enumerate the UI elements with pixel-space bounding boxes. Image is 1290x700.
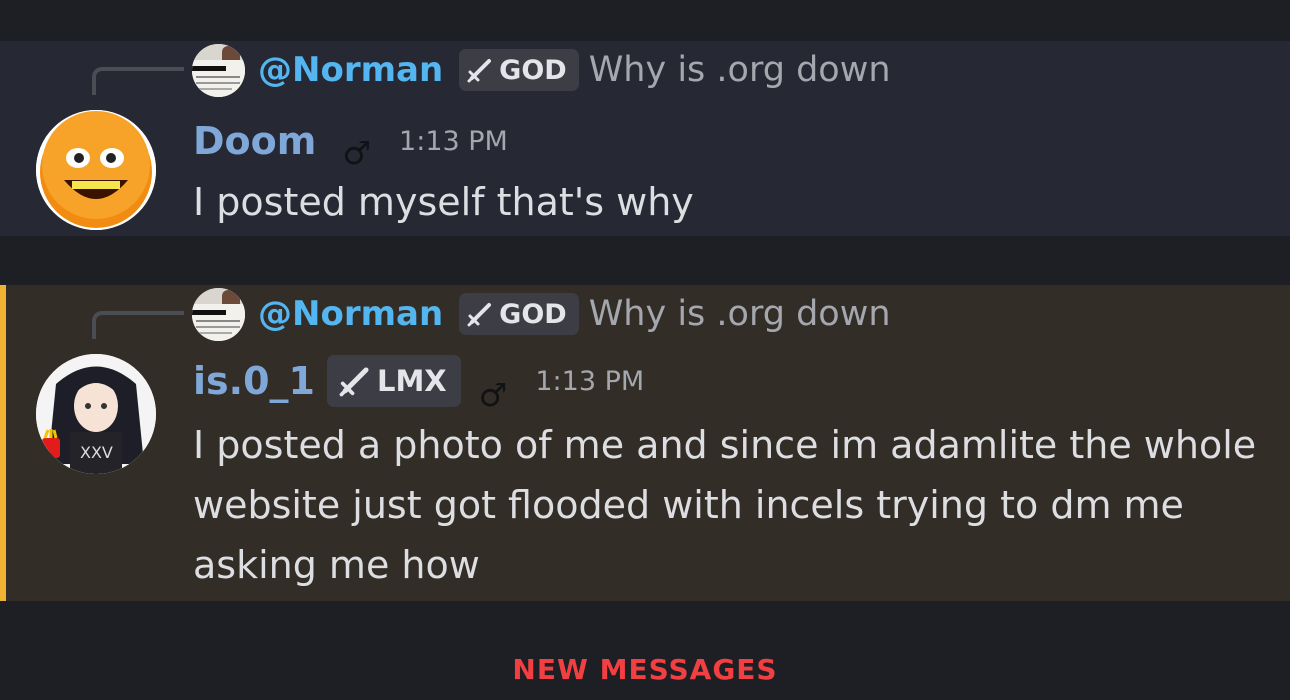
message-content: I posted a photo of me and since im adam… [193, 423, 1257, 587]
reply-connector [92, 311, 184, 339]
mention-accent-bar [0, 285, 6, 601]
message-doom[interactable]: @Norman GOD Why is .org down Doom ♂ 1:13… [0, 41, 1290, 236]
reply-avatar[interactable] [192, 43, 245, 97]
new-messages-divider: NEW MESSAGES [512, 653, 778, 686]
role-tag-label: GOD [499, 54, 567, 86]
timestamp: 1:13 PM [535, 365, 645, 397]
doom-avatar[interactable] [36, 110, 156, 230]
reply-text[interactable]: Why is .org down [589, 50, 891, 90]
male-symbol-icon: ♂ [478, 376, 508, 414]
role-tag-god: GOD [459, 293, 579, 335]
author-name[interactable]: is.0_1 [193, 359, 315, 403]
role-tag-label: LMX [376, 364, 447, 398]
svg-text:XXV: XXV [80, 443, 113, 462]
is01-avatar[interactable]: XXV [36, 354, 156, 474]
message-header: Doom ♂ 1:13 PM [193, 119, 508, 172]
role-tag-lmx: LMX [326, 355, 461, 407]
male-symbol-icon: ♂ [342, 134, 372, 172]
role-tag-label: GOD [499, 298, 567, 330]
reply-connector [92, 67, 184, 95]
reply-preview[interactable]: @Norman GOD Why is .org down [192, 43, 891, 97]
author-name[interactable]: Doom [193, 119, 316, 163]
sword-icon [467, 57, 493, 83]
reply-author-name[interactable]: @Norman [258, 50, 443, 90]
message-is01[interactable]: @Norman GOD Why is .org down XXV is.0_1 … [0, 285, 1290, 601]
message-content: I posted myself that's why [193, 180, 694, 224]
role-tag-god: GOD [459, 49, 579, 91]
timestamp: 1:13 PM [399, 125, 508, 157]
reply-text[interactable]: Why is .org down [589, 294, 891, 334]
reply-author-name[interactable]: @Norman [258, 294, 443, 334]
sword-icon [467, 301, 493, 327]
message-header: is.0_1 LMX ♂ 1:13 PM [193, 355, 645, 414]
reply-preview[interactable]: @Norman GOD Why is .org down [192, 287, 891, 341]
reply-avatar[interactable] [192, 287, 245, 341]
sword-icon [339, 365, 371, 397]
